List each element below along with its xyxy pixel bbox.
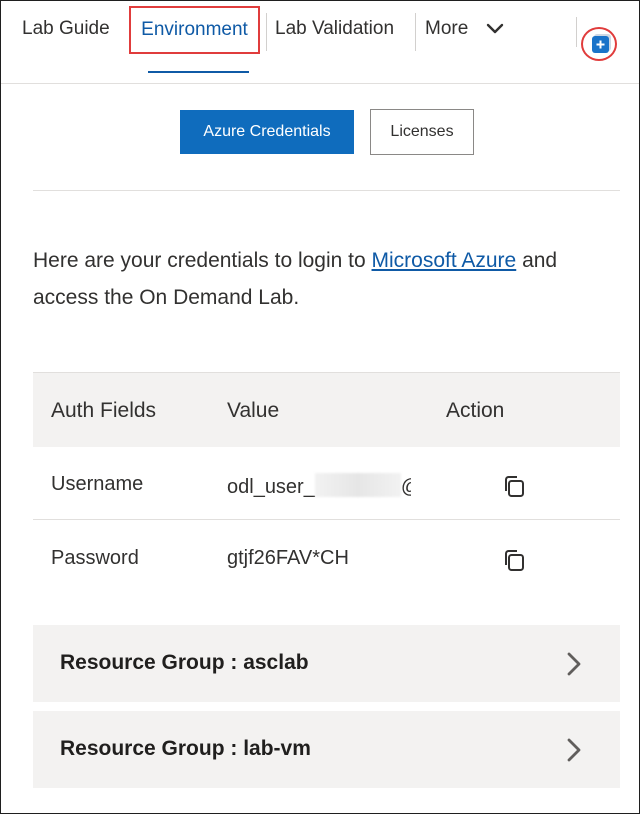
resource-group-asclab[interactable]: Resource Group : asclab [33,625,620,702]
credentials-table-header: Auth Fields Value Action [33,372,620,447]
microsoft-azure-link[interactable]: Microsoft Azure [372,249,517,272]
tab-lab-guide[interactable]: Lab Guide [22,17,110,41]
tab-more[interactable]: More [425,17,468,41]
add-button-highlight [581,27,617,61]
tab-bar: Lab Guide Environment Lab Validation Mor… [1,1,639,84]
username-suffix: @ [401,476,411,499]
environment-panel: Lab Guide Environment Lab Validation Mor… [0,0,640,814]
add-icon [596,40,605,49]
tab-environment[interactable]: Environment [129,6,260,54]
licenses-button[interactable]: Licenses [370,109,474,155]
username-prefix: odl_user_ [227,476,315,498]
resource-group-label: Resource Group : lab-vm [60,737,311,760]
add-button[interactable] [592,36,609,53]
chevron-right-icon [567,652,581,676]
username-value: odl_user_ @ [227,473,411,499]
table-row: Password gtjf26FAV*CH [33,521,620,597]
resource-group-label: Resource Group : asclab [60,651,309,674]
table-row: Username odl_user_ @ [33,447,620,520]
copy-icon[interactable] [501,473,527,499]
tab-lab-validation[interactable]: Lab Validation [275,17,394,41]
chevron-down-icon[interactable] [485,21,505,37]
header-auth-fields: Auth Fields [51,399,157,422]
resource-group-lab-vm[interactable]: Resource Group : lab-vm [33,711,620,788]
chevron-right-icon [567,738,581,762]
tab-divider [576,17,577,47]
redacted-area [314,473,401,497]
field-username: Username [51,473,144,495]
credentials-intro: Here are your credentials to login to Mi… [33,242,613,316]
header-action: Action [446,399,505,422]
azure-credentials-button[interactable]: Azure Credentials [180,110,354,154]
intro-text: Here are your credentials to login to [33,249,372,272]
tab-divider [266,13,267,51]
section-divider [33,190,620,191]
copy-icon[interactable] [501,547,527,573]
tab-divider [415,13,416,51]
header-value: Value [227,399,280,422]
password-value: gtjf26FAV*CH [227,547,349,569]
field-password: Password [51,547,139,569]
active-tab-indicator [148,71,249,73]
